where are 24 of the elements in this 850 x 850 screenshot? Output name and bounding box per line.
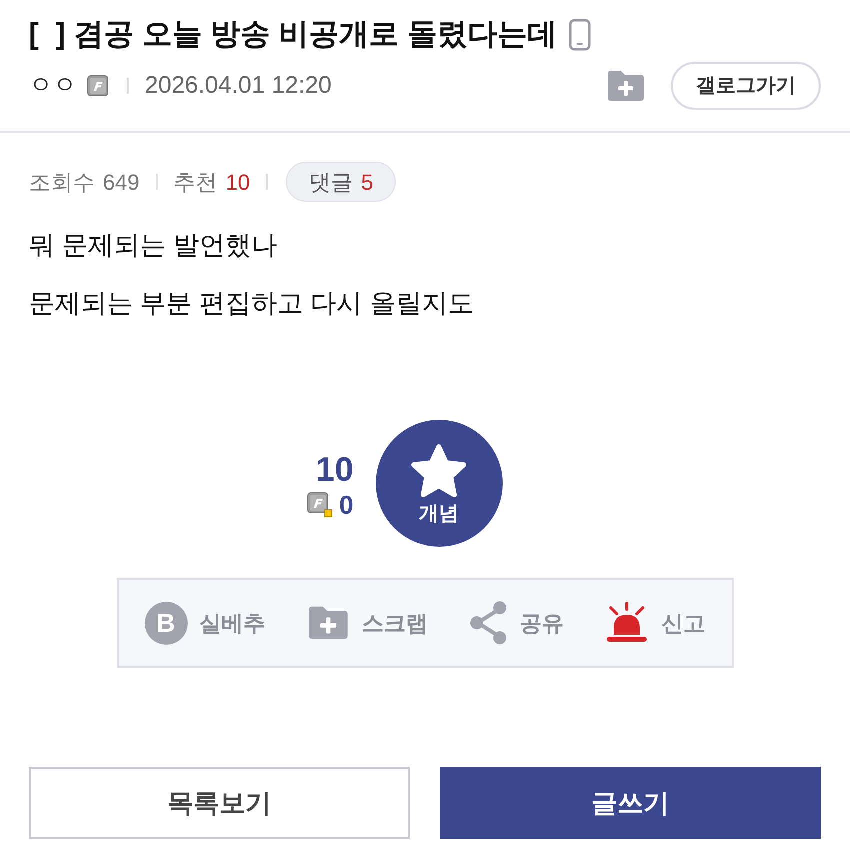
folder-plus-icon — [307, 605, 350, 641]
post-date: 2026.04.01 12:20 — [145, 74, 332, 98]
siren-icon — [605, 602, 650, 644]
square-badge-icon — [87, 75, 109, 97]
folder-plus-icon — [606, 70, 646, 102]
share-icon — [470, 601, 508, 645]
recommend-count: 10 — [226, 168, 250, 196]
recommend-total: 10 — [316, 450, 354, 490]
recommend-button[interactable]: 개념 — [376, 420, 503, 547]
post-title: [ ] 겸공 오늘 방송 비공개로 돌렸다는데 — [29, 20, 558, 50]
phone-icon — [569, 19, 592, 51]
list-button[interactable]: 목록보기 — [29, 767, 410, 839]
star-icon — [410, 444, 468, 500]
views-count: 649 — [103, 168, 140, 196]
recommend-label: 추천 — [174, 168, 218, 196]
comment-button[interactable]: 댓글 5 — [286, 162, 396, 202]
fixed-recommend-count: 0 — [339, 492, 354, 518]
views-label: 조회수 — [29, 168, 95, 196]
gallog-button[interactable]: 갤로그가기 — [671, 62, 821, 110]
body-text: 문제되는 부분 편집하고 다시 올릴지도 — [29, 286, 475, 320]
write-button[interactable]: 글쓰기 — [440, 767, 821, 839]
square-badge-icon — [307, 492, 334, 518]
author-name: ㅇㅇ — [29, 74, 77, 98]
body-text: 뭐 문제되는 발언했나 — [29, 228, 278, 262]
